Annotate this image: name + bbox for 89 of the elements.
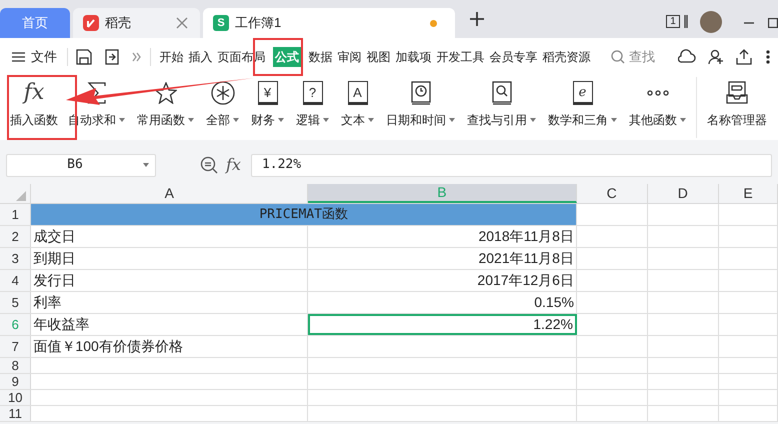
tab-label: 工作簿1 [235, 14, 282, 32]
book-icon: ¥ [258, 81, 278, 105]
column-header[interactable]: E [719, 184, 778, 203]
window-count-icon[interactable]: 1 [666, 15, 680, 28]
cloud-icon [678, 48, 696, 64]
row-header[interactable]: 1 [0, 204, 32, 225]
menu-tab[interactable]: 页面布局 [216, 46, 268, 66]
search-icon [611, 50, 625, 64]
table-cell: 0.15% [308, 292, 577, 313]
ribbon-button[interactable]: 全部 [202, 75, 243, 140]
table-cell: 到期日 [31, 248, 308, 269]
export-icon [104, 48, 120, 64]
ribbon-button[interactable]: 名称管理器 [703, 75, 771, 140]
table-cell: 面值￥100有价债券价格 [31, 336, 308, 357]
more-icon [132, 52, 142, 62]
more-dots-icon [646, 90, 668, 96]
table-cell[interactable]: 1.22% [308, 314, 577, 335]
menu-tab[interactable]: 开始 [158, 46, 186, 66]
row-header[interactable]: 4 [0, 270, 32, 291]
tab[interactable]: 稻壳 [73, 8, 200, 38]
save-icon [76, 48, 92, 64]
plus-icon [470, 12, 484, 26]
menu-icon [12, 52, 25, 62]
menu-tab[interactable]: 插入 [186, 46, 214, 66]
close-icon [176, 17, 188, 29]
ribbon-button[interactable]: 查找与引用 [463, 75, 540, 140]
select-all-icon [16, 191, 26, 201]
row-header[interactable]: 11 [0, 406, 32, 421]
fx-label: fx [226, 154, 241, 176]
table-cell: 成交日 [31, 226, 308, 247]
menu-tab[interactable]: 审阅 [336, 46, 364, 66]
menu-tab[interactable]: 开发工具 [434, 46, 486, 66]
highlight-frame [253, 38, 303, 76]
row-header[interactable]: 10 [0, 390, 32, 405]
menu-tab[interactable]: 稻壳资源 [540, 46, 592, 66]
zoom-icon [200, 156, 218, 174]
tab[interactable]: S 工作簿1 [203, 8, 455, 38]
ribbon-button[interactable]: 其他函数 [625, 75, 690, 140]
docer-logo-icon [83, 15, 99, 31]
tab-label: 稻壳 [105, 14, 131, 32]
row-header[interactable]: 5 [0, 292, 32, 313]
menu-tab[interactable]: 视图 [364, 46, 392, 66]
menu-tab[interactable]: 数据 [306, 46, 334, 66]
menu-tab[interactable]: 加载项 [394, 46, 434, 66]
avatar[interactable] [700, 11, 722, 33]
table-cell: 年收益率 [31, 314, 308, 335]
ribbon-button[interactable]: A 文本 [337, 75, 378, 140]
file-menu[interactable]: 文件 [10, 44, 59, 70]
tab-label: 首页 [22, 14, 48, 32]
search-book-icon [492, 81, 512, 105]
minimize-icon [744, 22, 754, 24]
ribbon-button[interactable]: ¥ 财务 [247, 75, 288, 140]
name-box[interactable]: B6 [6, 154, 156, 176]
ribbon-button[interactable]: 常用函数 [133, 75, 198, 140]
search-field[interactable]: 查找 [611, 46, 655, 66]
table-cell: 2017年12月6日 [308, 270, 577, 291]
column-header[interactable]: C [576, 184, 648, 203]
ribbon-button[interactable]: 日期和时间 [382, 75, 459, 140]
row-header[interactable]: 7 [0, 336, 32, 357]
title-cell: PRICEMAT函数 [31, 204, 577, 225]
add-user-icon [708, 48, 724, 64]
ribbon-button[interactable]: fx 插入函数 [6, 75, 62, 140]
row-header[interactable]: 2 [0, 226, 32, 247]
table-cell: 2021年11月8日 [308, 248, 577, 269]
ribbon-button[interactable]: e 数学和三角 [544, 75, 621, 140]
ribbon-button[interactable]: ? 逻辑 [292, 75, 333, 140]
function-icon: fx [24, 81, 44, 105]
clock-book-icon [410, 81, 430, 105]
star-icon [154, 82, 176, 104]
menu-tab[interactable]: 会员专享 [488, 46, 540, 66]
column-header[interactable]: D [648, 184, 720, 203]
dropdown-caret-icon [143, 163, 149, 167]
formula-input[interactable]: 1.22% [250, 154, 772, 176]
row-header[interactable]: 9 [0, 374, 32, 389]
kebab-icon [766, 50, 770, 64]
book-icon: ? [302, 81, 322, 105]
sheet-logo-icon: S [213, 15, 229, 31]
asterisk-icon [210, 81, 234, 105]
tag-tray-icon [726, 81, 748, 105]
table-cell: 利率 [31, 292, 308, 313]
maximize-icon [768, 18, 778, 28]
row-header[interactable]: 8 [0, 358, 32, 373]
table-cell: 2018年11月8日 [308, 226, 577, 247]
book-icon: A [348, 81, 368, 105]
share-icon [736, 48, 752, 64]
bars-icon [684, 15, 688, 28]
book-icon: e [572, 81, 592, 105]
row-header[interactable]: 3 [0, 248, 32, 269]
table-cell: 发行日 [31, 270, 308, 291]
